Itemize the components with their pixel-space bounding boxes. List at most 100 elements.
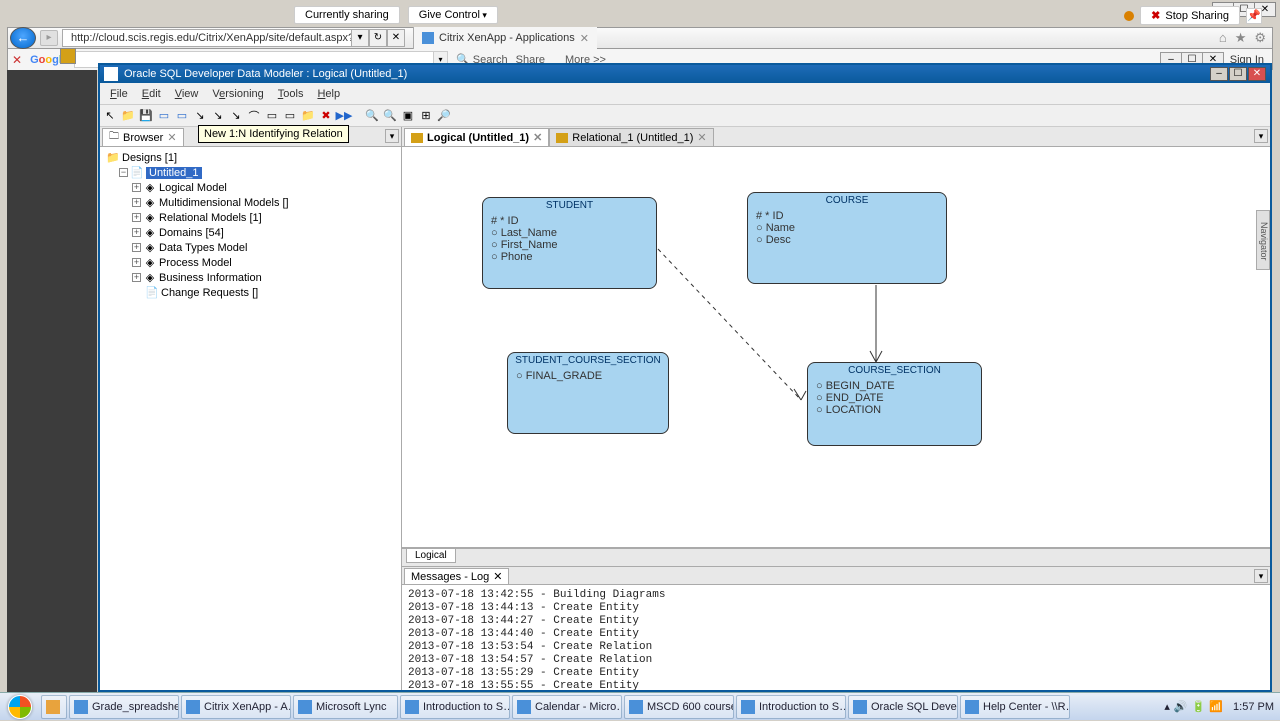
menu-edit[interactable]: Edit [136, 86, 167, 102]
stop-button[interactable]: ✕ [387, 29, 405, 47]
note-tool[interactable]: ▭ [264, 108, 280, 124]
messages-log-tab[interactable]: Messages - Log✕ [404, 568, 509, 584]
task-item[interactable]: Microsoft Lync [293, 695, 398, 719]
refresh-button[interactable]: ↻ [369, 29, 387, 47]
stop-share-group: ✖Stop Sharing 📌 [1124, 6, 1262, 25]
clock[interactable]: 1:57 PM [1233, 701, 1274, 713]
tree-item[interactable]: +◈Relational Models [1] [102, 210, 399, 225]
tree-item[interactable]: +◈Data Types Model [102, 240, 399, 255]
panel-expand-button[interactable]: ▾ [385, 129, 399, 143]
tree-item[interactable]: +◈Business Information [102, 270, 399, 285]
folder-tool[interactable]: 📁 [300, 108, 316, 124]
tab-close-icon[interactable]: ✕ [167, 131, 176, 144]
tray-icon[interactable]: 🔋 [1192, 700, 1206, 713]
subtab-logical[interactable]: Logical [406, 549, 456, 563]
msg-expand-button[interactable]: ▾ [1254, 569, 1268, 583]
save-button[interactable]: 💾 [138, 108, 154, 124]
search-button[interactable]: 🔎 [436, 108, 452, 124]
tree-untitled[interactable]: −📄Untitled_1 [102, 165, 399, 180]
oracle-min-button[interactable]: – [1210, 67, 1228, 81]
zoom-in-button[interactable]: 🔍 [364, 108, 380, 124]
menu-tools[interactable]: Tools [272, 86, 310, 102]
delete-button[interactable]: ✖ [318, 108, 334, 124]
toolbar-tooltip: New 1:N Identifying Relation [198, 125, 349, 143]
task-item[interactable]: Calendar - Micro… [512, 695, 622, 719]
stop-sharing-button[interactable]: ✖Stop Sharing [1140, 6, 1240, 25]
rel-mn-tool[interactable]: ↘ [228, 108, 244, 124]
task-item[interactable]: MSCD 600 course… [624, 695, 734, 719]
layout-button[interactable]: ⊞ [418, 108, 434, 124]
task-item[interactable] [41, 695, 67, 719]
menu-help[interactable]: Help [311, 86, 346, 102]
close-toolbar-button[interactable]: ✕ [12, 53, 22, 67]
home-icon[interactable]: ⌂ [1219, 30, 1227, 46]
browser-panel: 🗀Browser✕ ▾ 📁Designs [1] −📄Untitled_1 +◈… [100, 127, 402, 690]
dropdown-icon[interactable]: ▾ [351, 29, 369, 47]
task-item[interactable]: Introduction to S… [400, 695, 510, 719]
entity-student-course-section[interactable]: STUDENT_COURSE_SECTION ○ FINAL_GRADE [507, 352, 669, 434]
url-input[interactable]: http://cloud.scis.regis.edu/Citrix/XenAp… [62, 29, 352, 47]
arc-tool[interactable]: ⌒ [246, 108, 262, 124]
task-item[interactable]: Oracle SQL Devel… [848, 695, 958, 719]
back-button[interactable]: ← [10, 27, 36, 49]
rel-1n-id-tool[interactable]: ↘ [210, 108, 226, 124]
entity-course-section[interactable]: COURSE_SECTION ○ BEGIN_DATE○ END_DATE○ L… [807, 362, 982, 446]
system-tray[interactable]: ▴ 🔊 🔋 📶 1:57 PM [1164, 700, 1280, 713]
fit-button[interactable]: ▣ [400, 108, 416, 124]
favorites-icon[interactable]: ★ [1235, 30, 1247, 46]
log-output[interactable]: 2013-07-18 13:42:55 - Building Diagrams … [402, 585, 1270, 690]
tab-close-icon[interactable]: ✕ [533, 131, 542, 144]
task-item[interactable]: Help Center - \\R… [960, 695, 1070, 719]
start-button[interactable] [0, 693, 40, 721]
engineer-button[interactable]: ▶▶ [336, 108, 352, 124]
task-item[interactable]: Citrix XenApp - A… [181, 695, 291, 719]
navigator-strip[interactable]: Navigator [1256, 210, 1270, 270]
tree-item[interactable]: +◈Domains [54] [102, 225, 399, 240]
tree-item[interactable]: 📄Change Requests [] [102, 285, 399, 300]
tab-logical[interactable]: Logical (Untitled_1)✕ [404, 128, 549, 146]
give-control-button[interactable]: Give Control [408, 6, 498, 24]
open-button[interactable]: 📁 [120, 108, 136, 124]
designs-tree[interactable]: 📁Designs [1] −📄Untitled_1 +◈Logical Mode… [100, 147, 401, 690]
tray-icon[interactable]: 🔊 [1174, 700, 1188, 713]
new-view-tool[interactable]: ▭ [174, 108, 190, 124]
image-tool[interactable]: ▭ [282, 108, 298, 124]
new-entity-tool[interactable]: ▭ [156, 108, 172, 124]
browser-tab[interactable]: 🗀Browser✕ [102, 128, 184, 146]
rel-1n-tool[interactable]: ↘ [192, 108, 208, 124]
oracle-close-button[interactable]: ✕ [1248, 67, 1266, 81]
tab-close-icon[interactable]: ✕ [697, 131, 706, 144]
diagram-canvas[interactable]: STUDENT # * ID○ Last_Name○ First_Name○ P… [402, 147, 1270, 548]
pin-button[interactable]: 📌 [1246, 8, 1262, 24]
forward-button[interactable]: ▸ [40, 30, 58, 46]
oracle-titlebar[interactable]: Oracle SQL Developer Data Modeler : Logi… [100, 65, 1270, 83]
zoom-out-button[interactable]: 🔍 [382, 108, 398, 124]
tray-arrow-icon[interactable]: ▴ [1164, 700, 1170, 713]
tab-relational[interactable]: Relational_1 (Untitled_1)✕ [549, 128, 713, 146]
oracle-window: Oracle SQL Developer Data Modeler : Logi… [98, 63, 1272, 692]
browser-tab[interactable]: Citrix XenApp - Applications ✕ [413, 27, 597, 49]
gear-icon[interactable]: ⚙ [1254, 30, 1266, 46]
task-item[interactable]: Grade_spreadshe… [69, 695, 179, 719]
windows-orb-icon [8, 695, 32, 719]
oracle-max-button[interactable]: ☐ [1229, 67, 1247, 81]
tree-designs[interactable]: 📁Designs [1] [102, 150, 399, 165]
tab-close-icon[interactable]: ✕ [580, 32, 589, 45]
entity-student[interactable]: STUDENT # * ID○ Last_Name○ First_Name○ P… [482, 197, 657, 289]
entity-course[interactable]: COURSE # * ID○ Name○ Desc [747, 192, 947, 284]
favicon-icon [422, 32, 434, 44]
tree-item[interactable]: +◈Logical Model [102, 180, 399, 195]
tree-item[interactable]: +◈Multidimensional Models [] [102, 195, 399, 210]
sharing-status: Currently sharing [294, 6, 400, 24]
tree-item[interactable]: +◈Process Model [102, 255, 399, 270]
side-folder-icon[interactable] [60, 48, 76, 64]
task-item[interactable]: Introduction to S… [736, 695, 846, 719]
menu-file[interactable]: File [104, 86, 134, 102]
pointer-tool[interactable]: ↖ [102, 108, 118, 124]
app-icon [104, 67, 118, 81]
tab-close-icon[interactable]: ✕ [493, 570, 502, 583]
menu-view[interactable]: View [169, 86, 205, 102]
menu-versioning[interactable]: Versioning [206, 86, 269, 102]
tabs-expand-button[interactable]: ▾ [1254, 129, 1268, 143]
tray-icon[interactable]: 📶 [1209, 700, 1223, 713]
